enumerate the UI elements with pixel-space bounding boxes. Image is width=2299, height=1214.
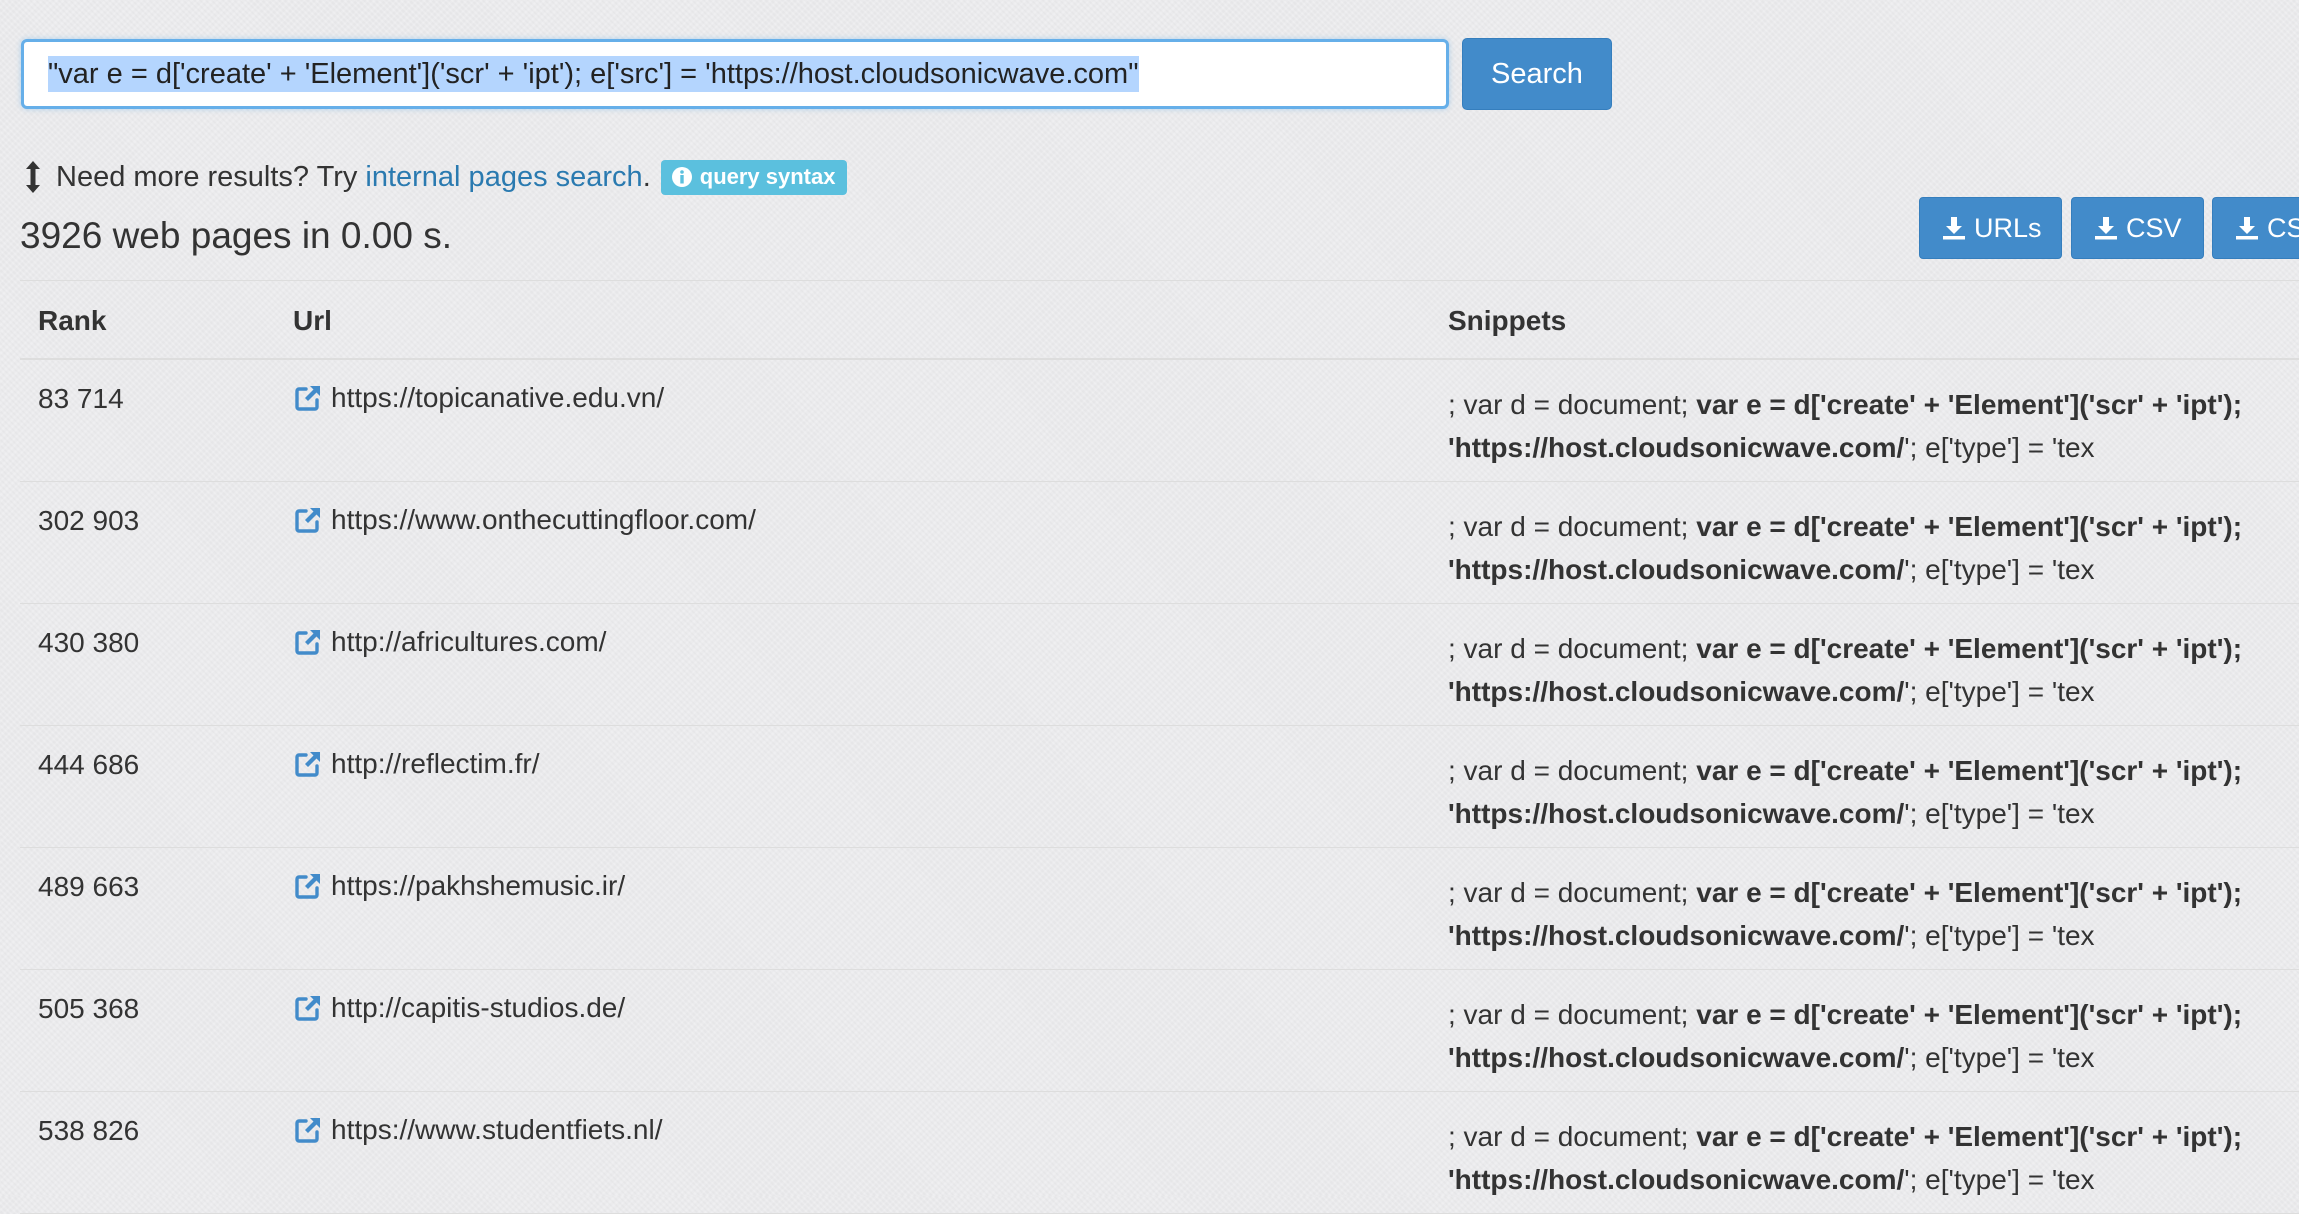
- snippet-line1-prefix: ; var d = document;: [1448, 633, 1697, 664]
- snippet-line1-prefix: ; var d = document;: [1448, 389, 1697, 420]
- row-url-text[interactable]: https://www.onthecuttingfloor.com/: [331, 504, 756, 536]
- snippet-line1-bold: var e = d['create' + 'Element']('scr' + …: [1696, 1121, 2243, 1152]
- row-snippet: ; var d = document; var e = d['create' +…: [1448, 505, 2299, 591]
- table-row: 302 903 https://www.onthecuttingfloor.co…: [20, 482, 2299, 604]
- snippet-line2-bold: 'https://host.cloudsonicwave.com/: [1448, 432, 1905, 463]
- snippet-line1-bold: var e = d['create' + 'Element']('scr' + …: [1696, 999, 2243, 1030]
- download-cs-button[interactable]: CS: [2212, 197, 2299, 259]
- snippet-line1-prefix: ; var d = document;: [1448, 877, 1697, 908]
- snippet-line2-suffix: '; e['type'] = 'tex: [1904, 798, 2095, 829]
- snippet-line2-bold: 'https://host.cloudsonicwave.com/: [1448, 798, 1905, 829]
- snippet-line2-suffix: '; e['type'] = 'tex: [1904, 554, 2095, 585]
- snippet-line2-suffix: '; e['type'] = 'tex: [1904, 1042, 2095, 1073]
- more-results-suffix: .: [642, 160, 651, 193]
- internal-pages-search-link[interactable]: internal pages search: [365, 161, 642, 194]
- row-url[interactable]: https://www.studentfiets.nl/: [293, 1114, 663, 1146]
- snippet-line2-bold: 'https://host.cloudsonicwave.com/: [1448, 676, 1905, 707]
- snippet-line2-suffix: '; e['type'] = 'tex: [1904, 920, 2095, 951]
- table-body: 83 714 https://topicanative.edu.vn/ ; va…: [20, 360, 2299, 1214]
- snippet-line1-bold: var e = d['create' + 'Element']('scr' + …: [1696, 877, 2243, 908]
- download-urls-label: URLs: [1974, 212, 2042, 243]
- search-query-text: "var e = d['create' + 'Element']('scr' +…: [48, 56, 1139, 92]
- snippet-line2-bold: 'https://host.cloudsonicwave.com/: [1448, 920, 1905, 951]
- row-snippet: ; var d = document; var e = d['create' +…: [1448, 871, 2299, 957]
- download-urls-button[interactable]: URLs: [1919, 197, 2062, 259]
- table-row: 505 368 http://capitis-studios.de/ ; var…: [20, 970, 2299, 1092]
- row-url[interactable]: https://www.onthecuttingfloor.com/: [293, 504, 756, 536]
- row-snippet: ; var d = document; var e = d['create' +…: [1448, 627, 2299, 713]
- snippet-line2-bold: 'https://host.cloudsonicwave.com/: [1448, 1164, 1905, 1195]
- snippet-line1-bold: var e = d['create' + 'Element']('scr' + …: [1696, 633, 2243, 664]
- row-rank: 489 663: [38, 871, 140, 902]
- more-results-prefix: Need more results? Try: [56, 160, 358, 193]
- row-snippet: ; var d = document; var e = d['create' +…: [1448, 383, 2299, 469]
- snippet-line1-prefix: ; var d = document;: [1448, 999, 1697, 1030]
- external-link-icon[interactable]: [293, 383, 323, 413]
- row-url[interactable]: http://capitis-studios.de/: [293, 992, 625, 1024]
- more-results-line: Need more results? Try internal pages se…: [24, 157, 848, 197]
- header-snippets: Snippets: [1448, 305, 1567, 336]
- row-snippet: ; var d = document; var e = d['create' +…: [1448, 1115, 2299, 1201]
- snippet-line2-suffix: '; e['type'] = 'tex: [1904, 676, 2095, 707]
- row-url[interactable]: https://topicanative.edu.vn/: [293, 382, 664, 414]
- snippet-line2-suffix: '; e['type'] = 'tex: [1904, 1164, 2095, 1195]
- snippet-line1-prefix: ; var d = document;: [1448, 1121, 1697, 1152]
- external-link-icon[interactable]: [293, 871, 323, 901]
- info-circle-icon: [671, 167, 692, 187]
- search-input[interactable]: "var e = d['create' + 'Element']('scr' +…: [21, 39, 1449, 109]
- external-link-icon[interactable]: [293, 627, 323, 657]
- download-csv-label: CSV: [2126, 212, 2182, 243]
- table-row: 489 663 https://pakhshemusic.ir/ ; var d…: [20, 848, 2299, 970]
- snippet-line1-prefix: ; var d = document;: [1448, 511, 1697, 542]
- up-down-arrow-icon: [26, 161, 40, 193]
- row-rank: 505 368: [38, 993, 140, 1024]
- external-link-icon[interactable]: [293, 749, 323, 779]
- row-url-text[interactable]: https://www.studentfiets.nl/: [331, 1114, 663, 1146]
- snippet-line2-bold: 'https://host.cloudsonicwave.com/: [1448, 1042, 1905, 1073]
- table-row: 430 380 http://africultures.com/ ; var d…: [20, 604, 2299, 726]
- row-url-text[interactable]: https://topicanative.edu.vn/: [331, 382, 664, 414]
- external-link-icon[interactable]: [293, 505, 323, 535]
- external-link-icon[interactable]: [293, 993, 323, 1023]
- row-rank: 302 903: [38, 505, 140, 536]
- query-syntax-badge[interactable]: query syntax: [660, 159, 848, 195]
- header-rank[interactable]: Rank: [38, 305, 106, 337]
- snippet-line2-suffix: '; e['type'] = 'tex: [1904, 432, 2095, 463]
- row-url-text[interactable]: http://reflectim.fr/: [331, 748, 540, 780]
- snippet-line1-bold: var e = d['create' + 'Element']('scr' + …: [1696, 755, 2243, 786]
- download-icon: [2095, 217, 2117, 240]
- row-url[interactable]: http://reflectim.fr/: [293, 748, 540, 780]
- search-button[interactable]: Search: [1462, 38, 1612, 110]
- row-rank: 430 380: [38, 627, 140, 658]
- row-rank: 538 826: [38, 1115, 140, 1146]
- download-csv-button[interactable]: CSV: [2071, 197, 2204, 259]
- header-url[interactable]: Url: [293, 305, 332, 337]
- results-table: Rank Url Snippets 83 714 https://topican…: [20, 280, 2299, 1214]
- row-url[interactable]: http://africultures.com/: [293, 626, 606, 658]
- row-rank: 83 714: [38, 383, 124, 414]
- external-link-icon[interactable]: [293, 1115, 323, 1145]
- download-icon: [2236, 217, 2258, 240]
- snippet-line2-bold: 'https://host.cloudsonicwave.com/: [1448, 554, 1905, 585]
- row-url-text[interactable]: http://capitis-studios.de/: [331, 992, 625, 1024]
- row-snippet: ; var d = document; var e = d['create' +…: [1448, 749, 2299, 835]
- download-icon: [1943, 217, 1965, 240]
- table-row: 83 714 https://topicanative.edu.vn/ ; va…: [20, 360, 2299, 482]
- snippet-line1-prefix: ; var d = document;: [1448, 755, 1697, 786]
- snippet-line1-bold: var e = d['create' + 'Element']('scr' + …: [1696, 389, 2243, 420]
- table-header: Rank Url Snippets: [20, 281, 2299, 360]
- snippet-line1-bold: var e = d['create' + 'Element']('scr' + …: [1696, 511, 2243, 542]
- table-row: 444 686 http://reflectim.fr/ ; var d = d…: [20, 726, 2299, 848]
- row-snippet: ; var d = document; var e = d['create' +…: [1448, 993, 2299, 1079]
- result-count: 3926 web pages in 0.00 s.: [20, 215, 452, 256]
- download-cs-label: CS: [2267, 212, 2299, 243]
- row-url-text[interactable]: http://africultures.com/: [331, 626, 606, 658]
- row-url[interactable]: https://pakhshemusic.ir/: [293, 870, 625, 902]
- query-syntax-label: query syntax: [699, 164, 836, 189]
- row-url-text[interactable]: https://pakhshemusic.ir/: [331, 870, 625, 902]
- row-rank: 444 686: [38, 749, 140, 780]
